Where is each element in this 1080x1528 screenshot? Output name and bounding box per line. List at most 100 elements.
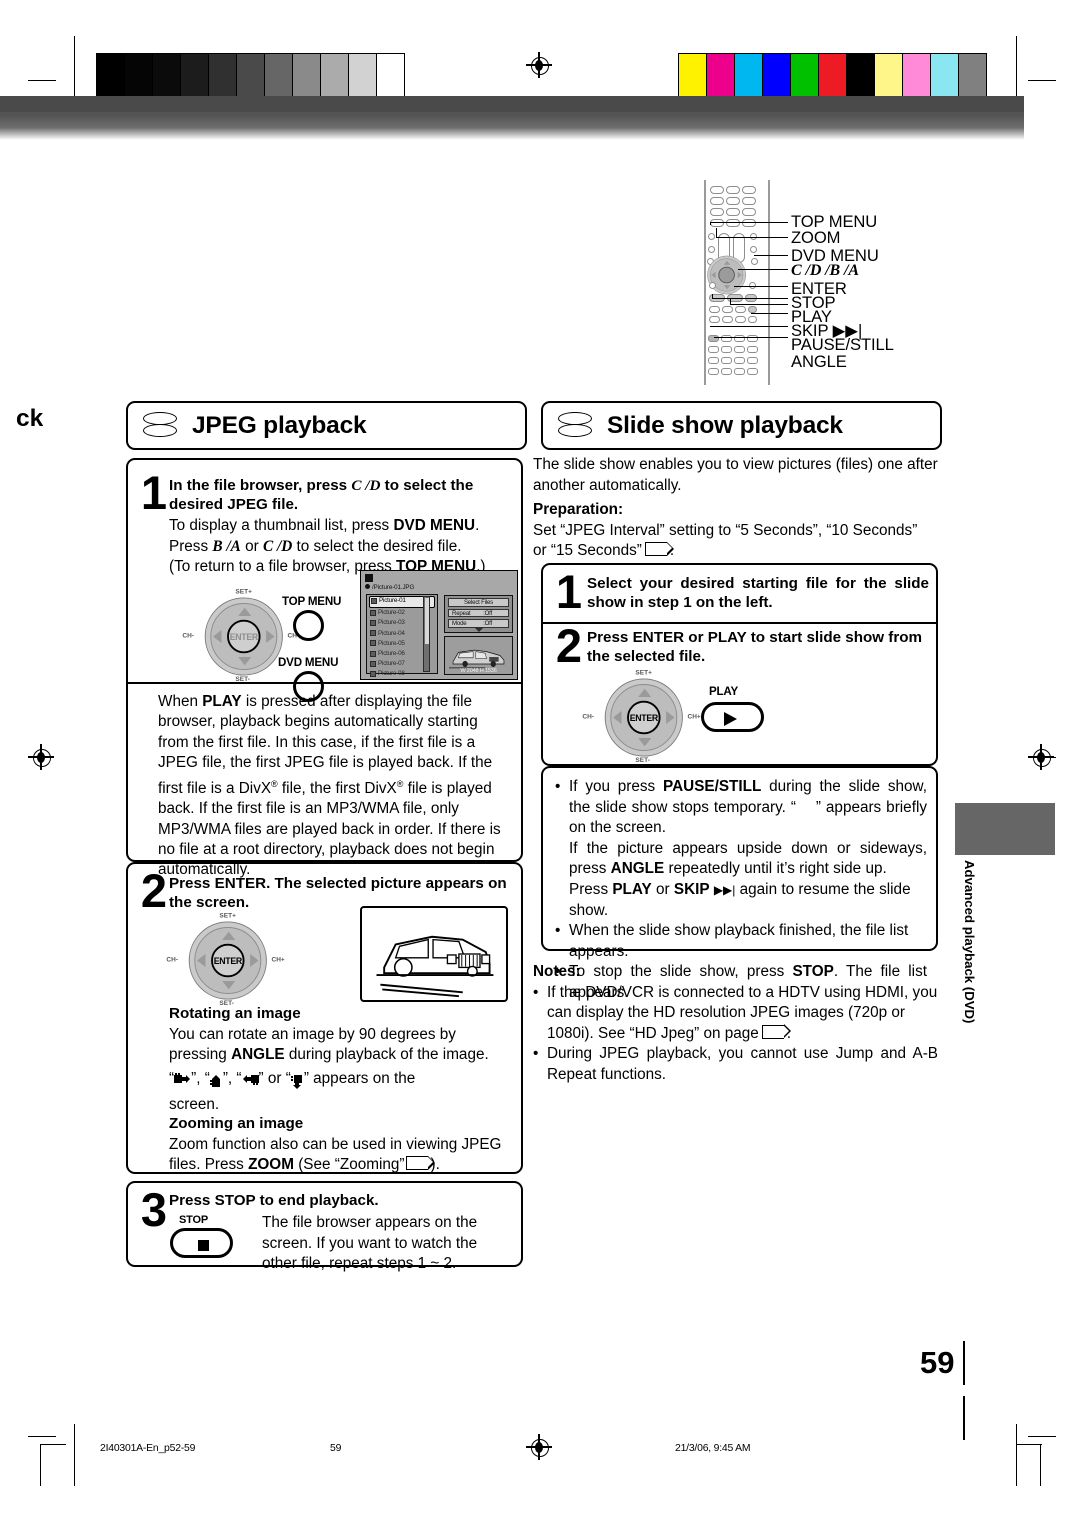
pad-label-left: CH- [582,713,595,721]
osd-scrollbar[interactable] [423,596,430,672]
remote-key-small-round [708,233,715,240]
osd-file-name: Picture-03 [378,619,405,627]
osd-file-name: Picture-08 [378,670,405,678]
osd-option-value: :Off [483,609,492,617]
rotate-icon-left [242,1069,259,1095]
osd-option[interactable]: Repeat:Off [448,608,509,618]
osd-preview-dimensions: W 2048 H 1536 [460,667,497,674]
footer-page: 59 [330,1443,342,1454]
callout-leader [710,223,712,225]
step-box-jpeg-1: 1 In the file browser, press C /D to sel… [126,458,523,878]
gray-patch [237,54,265,98]
section-title: JPEG playback [192,411,367,439]
play-button[interactable] [701,702,764,732]
remote-key [722,316,733,323]
zooming-section: Zooming an image Zoom function also can … [169,1114,521,1176]
remote-key [722,306,733,313]
pad-label-up: SET+ [635,670,652,677]
gray-patch [97,54,125,98]
instruction-line-1: To display a thumbnail list, press DVD M… [169,516,521,537]
instruction-line-2: Press B /A or C /D to select the desired… [169,537,521,558]
callout-label-zoom: ZOOM [791,228,841,247]
callout-leader-skip [751,313,788,315]
color-patch [819,54,847,98]
dvd-menu-button-label: DVD MENU [278,656,339,669]
page-ref-placeholder [644,541,674,557]
pad-label-right: CH+ [687,713,701,721]
enter-button-label[interactable]: ENTER [211,943,245,978]
list-item: • When the slide show playback finished,… [555,921,927,962]
osd-file-name: Picture-04 [378,629,405,637]
osd-file-name: Picture-06 [378,649,405,657]
preparation-line-2: or “15 Seconds”. [533,541,943,562]
notes-heading: Notes: [533,963,581,980]
crop-mark-bottom-right-h [1028,1436,1056,1438]
pad-label-up: SET+ [235,589,252,596]
key-cd: C /D [262,537,293,555]
rotate-icon-down [290,1069,304,1095]
desc-line-3: other file, repeat steps 1 ~ 2. [262,1255,457,1273]
key-dvd-menu: DVD MENU [393,517,476,534]
remote-key [721,357,732,364]
remote-key [747,368,758,375]
callout-leader-angle [714,337,788,339]
top-menu-button[interactable] [293,610,324,641]
crop-mark-top-left-v [74,36,76,96]
callout-label-angle: ANGLE [791,352,847,371]
osd-file-name: Picture-01 [379,596,406,604]
remote-key [747,357,758,364]
t: . [475,517,480,534]
gray-patch [153,54,181,98]
enter-button-label[interactable]: ENTER [627,700,661,735]
remote-key [709,316,720,323]
page-number-rule [963,1341,966,1385]
osd-option[interactable]: Select Files [448,598,509,607]
key-zoom: ZOOM [248,1156,294,1174]
stop-button-label: STOP [179,1214,208,1226]
remote-key [709,306,720,313]
chevron-down-icon[interactable] [473,626,484,632]
step1-note-paragraph: When PLAY is pressed after displaying th… [158,693,501,879]
enter-button-label[interactable]: ENTER [227,619,261,654]
callout-leader-enter [734,286,788,288]
color-patch [931,54,959,98]
remote-key [726,197,740,205]
step-box-jpeg-3: 3 Press STOP to end playback. STOP The f… [126,1181,523,1272]
registration-mark-top [526,52,552,78]
bullet-icon: • [555,922,561,940]
callout-leader-zoom [716,237,788,239]
remote-key [734,368,745,375]
color-patch [679,54,707,98]
color-patch [959,54,986,98]
registration-mark-right [1028,744,1054,770]
step-box-jpeg-2: 2 Press ENTER. The selected picture appe… [126,862,523,1174]
footer-job-name: 2I40301A-En_p52-59 [100,1443,196,1454]
remote-key-small-round [750,246,757,253]
desc-line-1: The file browser appears on the [262,1214,478,1231]
t: pressing [169,1046,232,1064]
stop-square-icon [198,1240,209,1251]
stop-button[interactable] [170,1228,233,1258]
remote-key [748,316,757,323]
t: files. Press [169,1156,249,1174]
crop-mark-bottom-left-v [74,1424,76,1486]
page-number: 59 [920,1345,955,1380]
zooming-line-1: Zoom function also can be used in viewin… [169,1135,502,1153]
rotating-heading: Rotating an image [169,1005,301,1022]
t: or “15 Seconds” [533,542,642,560]
gray-patch [321,54,349,98]
osd-options-panel[interactable]: Select Files Repeat:Off Mode:Off [444,595,513,633]
page-side-rule [963,1396,966,1440]
remote-key [708,346,719,353]
osd-preview-thumbnail: W 2048 H 1536 [444,636,513,675]
remote-key [726,186,740,194]
remote-key-pause-still [748,306,757,313]
page-ref-placeholder [761,1024,791,1039]
key-angle: ANGLE [231,1046,285,1064]
gray-patch [293,54,321,98]
remote-key [721,346,732,353]
file-icon [370,609,376,616]
crop-mark-top-right-v [1016,36,1018,96]
remote-key [734,357,745,364]
remote-key [710,208,724,216]
